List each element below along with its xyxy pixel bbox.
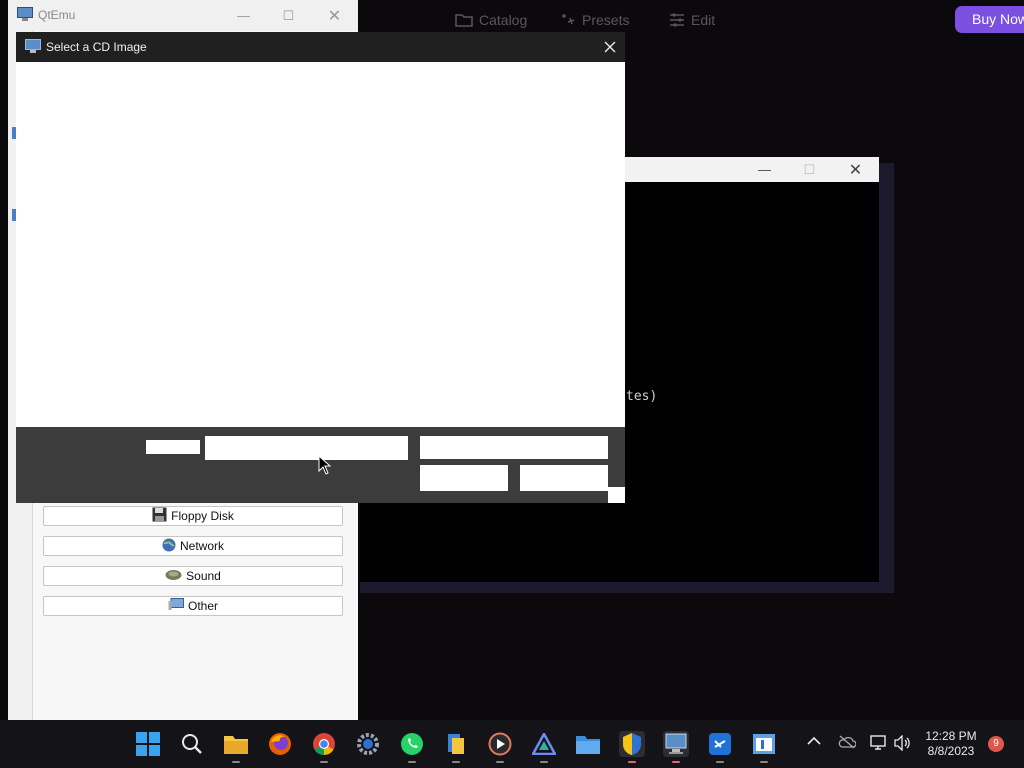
azure-data-studio-icon[interactable] (707, 731, 733, 757)
folder-icon (455, 13, 473, 27)
console-title-bar: — ☐ ✕ (625, 157, 879, 182)
running-indicator (320, 761, 328, 763)
running-indicator (408, 761, 416, 763)
folder-icon[interactable] (575, 731, 601, 757)
console-output: tes) (626, 389, 658, 404)
qtemu-maximize-icon[interactable]: ☐ (266, 3, 311, 28)
resize-grip[interactable] (608, 487, 625, 503)
running-indicator (232, 761, 240, 763)
open-button[interactable] (420, 465, 508, 491)
monitor-icon (168, 598, 184, 614)
nav-edit-label: Edit (691, 12, 716, 28)
cancel-button[interactable] (520, 465, 608, 491)
settings-icon[interactable] (355, 731, 381, 757)
select-cd-image-dialog: Select a CD Image (16, 32, 625, 503)
file-name-label (146, 440, 200, 454)
buy-now-button[interactable]: Buy Now (955, 6, 1024, 33)
chevron-up-icon[interactable] (807, 735, 821, 749)
clock[interactable]: 12:28 PM 8/8/2023 (918, 729, 984, 759)
sparkle-icon (560, 12, 576, 28)
mouse-cursor-icon (318, 454, 332, 480)
dialog-title: Select a CD Image (46, 40, 147, 54)
dialog-title-bar: Select a CD Image (16, 32, 625, 62)
clock-time: 12:28 PM (925, 729, 977, 743)
speaker-icon (165, 569, 182, 584)
notification-badge[interactable]: 9 (988, 736, 1004, 752)
minimize-icon[interactable]: — (742, 157, 787, 182)
nav-edit[interactable]: Edit (669, 8, 715, 32)
security-icon[interactable] (619, 731, 645, 757)
sliders-icon (669, 13, 685, 27)
qtemu-close-icon[interactable]: ✕ (312, 3, 357, 28)
onedrive-offline-icon[interactable] (838, 735, 857, 754)
network-button[interactable]: Network (43, 536, 343, 556)
sound-button[interactable]: Sound (43, 566, 343, 586)
vpn-icon[interactable] (531, 731, 557, 757)
network-status-icon[interactable] (870, 735, 888, 756)
nav-presets-label: Presets (582, 12, 630, 28)
running-indicator (452, 761, 460, 763)
qtemu-taskbar-icon[interactable] (663, 731, 689, 757)
media-player-icon[interactable] (487, 731, 513, 757)
qtemu-app-icon (17, 7, 33, 27)
running-indicator (496, 761, 504, 763)
file-type-select[interactable] (420, 436, 608, 459)
sandbox-icon[interactable] (751, 731, 777, 757)
maximize-icon[interactable]: ☐ (787, 157, 832, 182)
nav-presets[interactable]: Presets (560, 8, 629, 32)
floppy-disk-label: Floppy Disk (171, 509, 234, 523)
running-indicator (540, 761, 548, 763)
running-indicator (672, 761, 680, 763)
start-icon[interactable] (135, 731, 161, 757)
floppy-icon (152, 507, 167, 525)
running-indicator (716, 761, 724, 763)
floppy-disk-button[interactable]: Floppy Disk (43, 506, 343, 526)
clock-date: 8/8/2023 (927, 744, 975, 758)
nav-catalog[interactable]: Catalog (455, 8, 527, 32)
qtemu-title-bar: QtEmu — ☐ ✕ (8, 0, 358, 31)
dialog-app-icon (25, 39, 41, 59)
chrome-icon[interactable] (311, 731, 337, 757)
whatsapp-icon[interactable] (399, 731, 425, 757)
sound-label: Sound (186, 569, 221, 583)
firefox-icon[interactable] (267, 731, 293, 757)
qtemu-minimize-icon[interactable]: — (221, 3, 266, 28)
search-icon[interactable] (179, 731, 205, 757)
qtemu-title: QtEmu (38, 8, 76, 22)
file-explorer-icon[interactable] (223, 731, 249, 757)
file-name-input[interactable] (205, 436, 408, 460)
nav-catalog-label: Catalog (479, 12, 528, 28)
running-indicator (628, 761, 636, 763)
file-list-area[interactable] (16, 62, 625, 427)
other-label: Other (187, 599, 218, 613)
volume-icon[interactable] (894, 734, 912, 756)
globe-icon (162, 538, 176, 555)
running-indicator (760, 761, 768, 763)
files-app-icon[interactable] (443, 731, 469, 757)
close-icon[interactable]: ✕ (833, 157, 878, 182)
other-button[interactable]: Other (43, 596, 343, 616)
dialog-close-icon[interactable] (594, 32, 625, 62)
network-label: Network (179, 539, 224, 553)
